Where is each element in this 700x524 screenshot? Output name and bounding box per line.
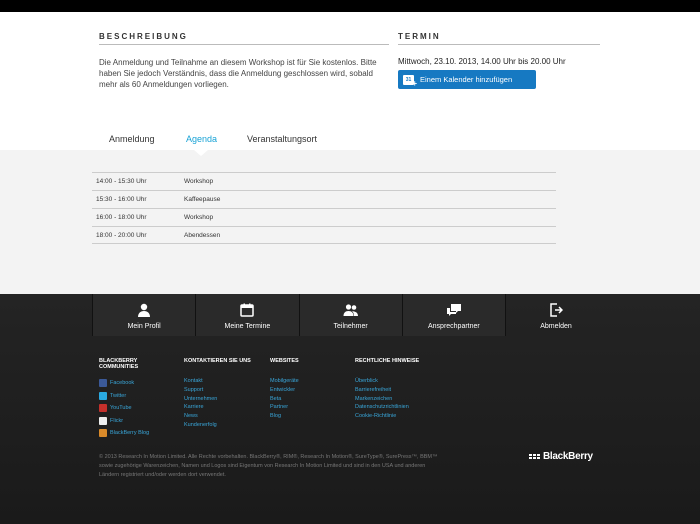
footer-link[interactable]: Unternehmen: [184, 395, 264, 404]
blog-icon: [99, 429, 107, 437]
agenda-item: Kaffeepause: [184, 196, 221, 203]
footer-link[interactable]: Markenzeichen: [355, 395, 445, 404]
blackberry-logo-icon: [529, 454, 540, 459]
logout-label: Abmelden: [540, 323, 572, 330]
footer-link[interactable]: Blog: [270, 412, 340, 421]
description-text: Die Anmeldung und Teilnahme an diesem Wo…: [99, 58, 377, 89]
active-tab-caret: [194, 150, 208, 156]
agenda-time: 15:30 - 16:00 Uhr: [96, 196, 147, 203]
logout-button[interactable]: Abmelden: [506, 294, 606, 336]
agenda-time: 18:00 - 20:00 Uhr: [96, 231, 147, 239]
footer-legal: RECHTLICHE HINWEISE Überblick Barrierefr…: [355, 358, 445, 421]
table-row: 16:00 - 18:00 Uhr Workshop: [92, 208, 556, 226]
footer-websites: WEBSITES Mobilgeräte Entwickler Beta Par…: [270, 358, 340, 421]
footer-heading: RECHTLICHE HINWEISE: [355, 358, 420, 364]
group-icon: [343, 304, 358, 316]
flickr-icon: [99, 416, 107, 425]
footer-link[interactable]: Cookie-Richtlinie: [355, 412, 445, 421]
nav-label: Teilnehmer: [333, 323, 368, 330]
nav-contacts[interactable]: Ansprechpartner: [401, 294, 506, 336]
nav-my-appointments[interactable]: Meine Termine: [195, 294, 299, 336]
tab-veranstaltungsort[interactable]: Veranstaltungsort: [247, 134, 317, 144]
divider: [99, 44, 389, 45]
footer-link-twitter[interactable]: Twitter: [99, 390, 169, 402]
divider: [398, 44, 600, 45]
footer-link[interactable]: Kontakt: [184, 377, 264, 386]
agenda-item: Abendessen: [184, 231, 221, 239]
twitter-icon: [99, 391, 107, 400]
calendar-add-icon: 31: [403, 74, 417, 89]
footer-link[interactable]: Datenschutzrichtlinien: [355, 403, 445, 412]
agenda-time: 16:00 - 18:00 Uhr: [96, 214, 147, 221]
footer-link[interactable]: Partner: [270, 403, 340, 412]
link-label: Facebook: [110, 380, 135, 386]
tab-anmeldung[interactable]: Anmeldung: [109, 134, 155, 144]
description-title: BESCHREIBUNG: [99, 32, 188, 41]
link-label: Twitter: [110, 392, 127, 399]
agenda-table: 14:00 - 15:30 Uhr Workshop 15:30 - 16:00…: [92, 172, 556, 244]
footer-link[interactable]: Support: [184, 386, 264, 395]
top-bar: [0, 0, 700, 12]
footer-heading: KONTAKTIEREN SIE UNS: [184, 358, 251, 364]
chat-icon: [446, 304, 461, 316]
brand-name: BlackBerry: [543, 451, 593, 462]
footer-link[interactable]: Überblick: [355, 377, 445, 386]
add-to-calendar-label: Einem Kalender hinzufügen: [420, 75, 513, 84]
nav-label: Ansprechpartner: [427, 323, 480, 330]
agenda-item: Workshop: [184, 178, 214, 185]
table-row: 18:00 - 20:00 Uhr Abendessen: [92, 226, 556, 244]
user-icon: [138, 303, 151, 317]
copyright-text: © 2013 Research In Motion Limited. Alle …: [99, 454, 438, 478]
link-label: YouTube: [110, 405, 132, 411]
table-row: 15:30 - 16:00 Uhr Kaffeepause: [92, 190, 556, 208]
footer-link[interactable]: News: [184, 412, 264, 421]
tab-agenda[interactable]: Agenda: [186, 134, 217, 144]
termin-title: TERMIN: [398, 32, 441, 41]
footer-communities: BLACKBERRY COMMUNITIES Facebook Twitter …: [99, 358, 169, 440]
footer-contact: KONTAKTIEREN SIE UNS Kontakt Support Unt…: [184, 358, 264, 430]
footer-link[interactable]: Kundenerfolg: [184, 421, 264, 430]
footer-link-blackberry-blog[interactable]: BlackBerry Blog: [99, 427, 169, 439]
nav-label: Meine Termine: [224, 323, 271, 330]
agenda-time: 14:00 - 15:30 Uhr: [96, 178, 147, 185]
facebook-icon: [99, 379, 107, 387]
footer-link[interactable]: Beta: [270, 395, 340, 404]
nav-participants[interactable]: Teilnehmer: [298, 294, 402, 336]
youtube-icon: [99, 404, 107, 412]
footer-heading: BLACKBERRY COMMUNITIES: [99, 358, 139, 370]
event-date: Mittwoch, 23.10. 2013, 14.00 Uhr bis 20.…: [398, 57, 566, 66]
footer-link[interactable]: Entwickler: [270, 386, 340, 395]
footer-link-flickr[interactable]: Flickr: [99, 415, 169, 427]
table-row: 14:00 - 15:30 Uhr Workshop: [92, 172, 556, 190]
nav-my-profile[interactable]: Mein Profil: [92, 294, 196, 336]
footer-link[interactable]: Barrierefreiheit: [355, 386, 445, 395]
agenda-item: Workshop: [184, 214, 214, 221]
nav-label: Mein Profil: [127, 323, 161, 330]
footer-link-youtube[interactable]: YouTube: [99, 402, 169, 414]
logout-icon: [550, 303, 563, 317]
footer-link[interactable]: Karriere: [184, 403, 264, 412]
blackberry-logo[interactable]: BlackBerry: [529, 451, 593, 462]
footer-link-facebook[interactable]: Facebook: [99, 377, 169, 389]
calendar-icon: [240, 303, 255, 317]
add-to-calendar-button[interactable]: 31 Einem Kalender hinzufügen: [398, 70, 536, 89]
link-label: Flickr: [110, 417, 124, 424]
footer-link[interactable]: Mobilgeräte: [270, 377, 340, 386]
footer-heading: WEBSITES: [270, 358, 299, 364]
link-label: BlackBerry Blog: [110, 430, 150, 436]
member-nav: Mein Profil Meine Termine Teilnehmer Ans…: [92, 294, 506, 336]
